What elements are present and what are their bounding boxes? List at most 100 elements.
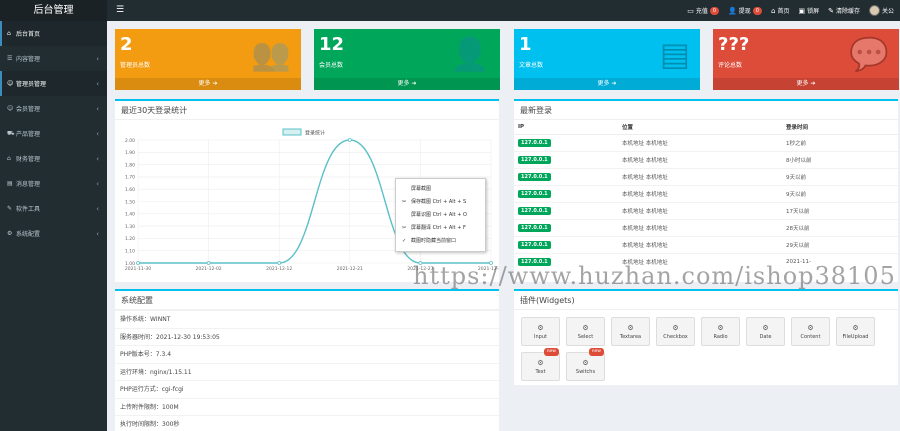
widget-button-text[interactable]: new ⚙ Text xyxy=(521,348,560,381)
widget-label: Switchs xyxy=(575,369,596,375)
app-logo[interactable]: 后台管理 xyxy=(0,0,107,21)
ctx-item-ocr[interactable]: 屏幕识图 Ctrl + Alt + O xyxy=(396,209,485,222)
chevron-left-icon: ‹ xyxy=(96,154,99,163)
table-row: 127.0.0.1 本机地址 本机地址 9天以前 xyxy=(514,184,898,202)
sidebar-item-messages[interactable]: ▤ 消息管理 ‹ xyxy=(0,171,107,196)
y-tick-label: 1.80 xyxy=(125,162,135,168)
x-tick-label: 2021-12-02 xyxy=(196,266,222,272)
stat-more-link[interactable]: 更多 ➔ xyxy=(514,78,700,90)
nav-recharge-label: 充值 xyxy=(695,8,708,15)
home-icon: ⌂ xyxy=(770,6,776,15)
stat-more-link[interactable]: 更多 ➔ xyxy=(115,78,301,90)
sidebar-item-content[interactable]: ☰ 内容管理 ‹ xyxy=(0,46,107,71)
location-cell: 本机地址 本机地址 xyxy=(618,150,782,168)
sidebar: ⌂ 后台首页 ☰ 内容管理 ‹ ☺ 管理员管理 ‹ ☺ 会员管理 ‹ ⛟ 产品管… xyxy=(0,21,107,431)
nav-withdraw[interactable]: 👤 提现 0 xyxy=(728,6,762,15)
sidebar-item-dashboard[interactable]: ⌂ 后台首页 xyxy=(0,21,107,46)
y-tick-label: 1.30 xyxy=(125,224,135,230)
chevron-left-icon: ‹ xyxy=(96,104,99,113)
location-cell: 本机地址 本机地址 xyxy=(618,252,782,270)
user-plus-icon: 👤 xyxy=(450,35,490,73)
sidebar-toggle-icon[interactable]: ☰ xyxy=(114,4,126,16)
widgets-panel: 插件(Widgets) ⚙ Input ⚙ Select ⚙ Textarea ⚙ Ch… xyxy=(514,289,898,385)
widget-button-radio[interactable]: ⚙ Radio xyxy=(701,317,740,346)
sidebar-item-label: 财务管理 xyxy=(16,156,41,163)
gear-icon: ⚙ xyxy=(627,324,634,332)
column-header: 位置 xyxy=(618,120,782,135)
stat-value: 12 xyxy=(319,34,345,55)
widget-button-textarea[interactable]: ⚙ Textarea xyxy=(611,317,650,346)
y-tick-label: 1.10 xyxy=(125,249,135,255)
ctx-item-label: 截图时隐藏当前窗口 xyxy=(411,238,457,244)
sidebar-item-members[interactable]: ☺ 会员管理 ‹ xyxy=(0,96,107,121)
sidebar-item-products[interactable]: ⛟ 产品管理 ‹ xyxy=(0,121,107,146)
system-info-row: PHP版本号：7.3.4 xyxy=(115,345,499,363)
stat-label: 评论总数 xyxy=(718,62,743,69)
nav-home[interactable]: ⌂ 首页 xyxy=(770,6,790,16)
chevron-left-icon: ‹ xyxy=(96,204,99,213)
panel-title: 系统配置 xyxy=(115,291,499,310)
scissors-icon: ✂ xyxy=(402,225,407,231)
widget-button-switchs[interactable]: new ⚙ Switchs xyxy=(566,348,605,381)
users-icon: 👥 xyxy=(251,35,291,73)
monitor-icon: ▣ xyxy=(798,6,806,15)
widget-button-select[interactable]: ⚙ Select xyxy=(566,317,605,346)
nav-clear-cache[interactable]: ✎ 清除缓存 xyxy=(828,6,860,16)
recent-logins-panel: 最新登录 IP 位置 登录时间 127.0.0.1 本机地址 本机地址 1秒之前 1… xyxy=(514,99,898,282)
y-tick-label: 1.00 xyxy=(125,261,135,267)
ctx-item-save[interactable]: ✂ 保存截图 Ctrl + Alt + S xyxy=(396,196,485,209)
widget-button-fileupload[interactable]: ⚙ FileUpload xyxy=(836,317,875,346)
nav-home-label: 首页 xyxy=(777,8,790,15)
ip-badge: 127.0.0.1 xyxy=(518,206,551,215)
ctx-item-hide-window[interactable]: ✓ 截图时隐藏当前窗口 xyxy=(396,235,485,248)
column-header: 登录时间 xyxy=(782,120,898,135)
time-cell: 8小时以前 xyxy=(782,150,898,168)
gear-icon: ⚙ xyxy=(672,324,679,332)
chevron-left-icon: ‹ xyxy=(96,54,99,63)
widget-label: Checkbox xyxy=(663,334,688,340)
time-cell: 2021-11- xyxy=(782,252,898,270)
ip-cell: 127.0.0.1 xyxy=(514,235,618,253)
widget-label: FileUpload xyxy=(842,334,869,340)
stat-box-members: 12 会员总数 👤 更多 ➔ xyxy=(314,29,500,90)
widget-label: Select xyxy=(577,334,594,340)
widget-button-checkbox[interactable]: ⚙ Checkbox xyxy=(656,317,695,346)
nav-user-menu[interactable]: 关公 xyxy=(868,5,894,16)
sidebar-item-admins[interactable]: ☺ 管理员管理 ‹ xyxy=(0,71,107,96)
stat-more-link[interactable]: 更多 ➔ xyxy=(314,78,500,90)
sidebar-item-tools[interactable]: ✎ 软件工具 ‹ xyxy=(0,196,107,221)
time-cell: 9天以前 xyxy=(782,184,898,202)
nav-recharge[interactable]: ▭ 充值 0 xyxy=(687,6,720,15)
x-tick-label: 2021-12-21 xyxy=(337,266,363,272)
location-cell: 本机地址 本机地址 xyxy=(618,235,782,253)
chevron-left-icon: ‹ xyxy=(96,79,99,88)
widget-button-date[interactable]: ⚙ Date xyxy=(746,317,785,346)
ctx-item-screenshot[interactable]: 屏幕截图 xyxy=(396,183,485,196)
location-cell: 本机地址 本机地址 xyxy=(618,184,782,202)
table-row: 127.0.0.1 本机地址 本机地址 8小时以前 xyxy=(514,150,898,168)
chart-icon: ▤ xyxy=(7,180,13,187)
stat-more-link[interactable]: 更多 ➔ xyxy=(713,78,899,90)
widget-button-content[interactable]: ⚙ Content xyxy=(791,317,830,346)
sidebar-item-finance[interactable]: ⌂ 财务管理 ‹ xyxy=(0,146,107,171)
data-point xyxy=(277,261,282,265)
gear-icon: ⚙ xyxy=(852,324,859,332)
chevron-left-icon: ‹ xyxy=(96,229,99,238)
widget-label: Date xyxy=(759,334,772,340)
new-badge: new xyxy=(543,348,559,356)
gear-icon: ⚙ xyxy=(807,324,814,332)
credit-card-icon: ▭ xyxy=(687,6,694,15)
nav-lock-screen[interactable]: ▣ 锁屏 xyxy=(798,6,819,16)
widget-label: Content xyxy=(800,334,821,340)
panel-title: 插件(Widgets) xyxy=(514,291,898,310)
ctx-item-translate[interactable]: ✂ 屏幕翻译 Ctrl + Alt + F xyxy=(396,222,485,235)
ip-badge: 127.0.0.1 xyxy=(518,240,551,249)
x-tick-label: 2021-12-12 xyxy=(266,266,292,272)
widget-button-input[interactable]: ⚙ Input xyxy=(521,317,560,346)
table-row: 127.0.0.1 本机地址 本机地址 17天以前 xyxy=(514,201,898,219)
sidebar-item-label: 后台首页 xyxy=(16,31,41,38)
sidebar-item-settings[interactable]: ⚙ 系统配置 ‹ xyxy=(0,221,107,246)
y-tick-label: 1.60 xyxy=(125,187,135,193)
wrench-icon: ✎ xyxy=(7,205,13,212)
sidebar-item-label: 内容管理 xyxy=(16,56,41,63)
